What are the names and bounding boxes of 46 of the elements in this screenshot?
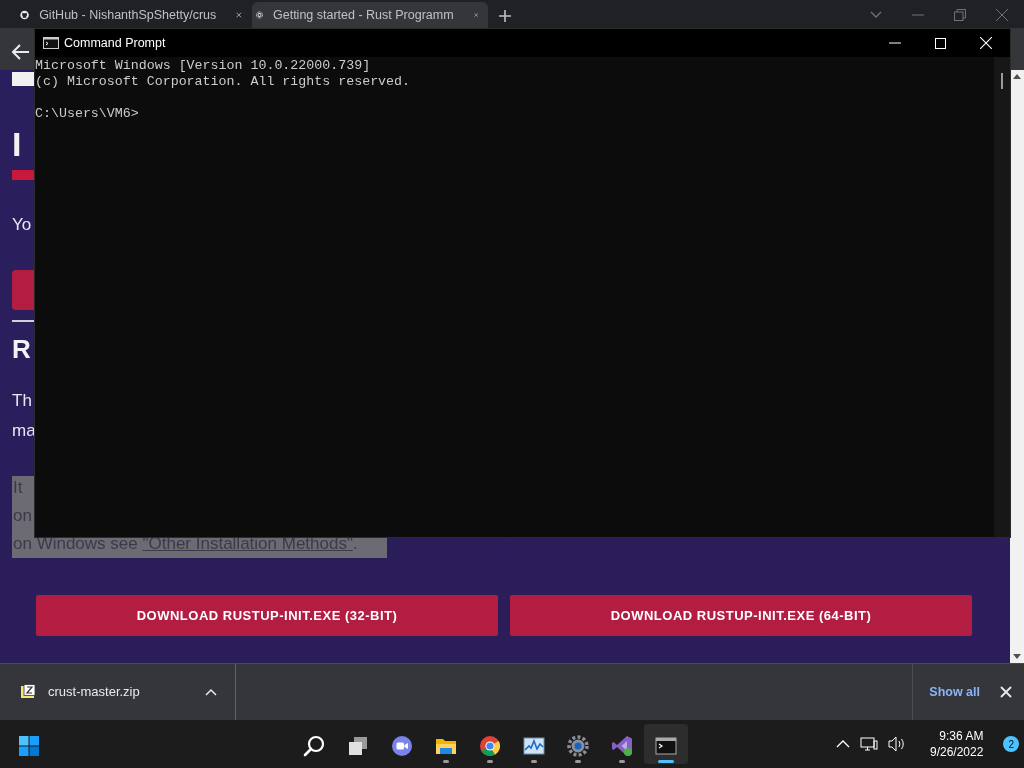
new-tab-icon[interactable] (498, 9, 512, 23)
window-title: Command Prompt (64, 34, 166, 52)
download-button[interactable]: DOWNLOAD RUSTUP-INIT.EXE (32-BIT) (36, 595, 498, 636)
tab-title: GitHub - NishanthSpShetty/crus (39, 6, 217, 24)
tab-title: Getting started - Rust Programm (273, 6, 454, 24)
infinity-logo-icon (610, 734, 634, 758)
download-filename[interactable]: crust-master.zip (48, 682, 140, 702)
speaker-icon[interactable] (888, 736, 906, 752)
console-prompt[interactable]: C:\Users\VM6> (35, 106, 994, 122)
page-heading: I (12, 124, 23, 164)
paragraph-text: Th (12, 390, 33, 412)
chevron-up-icon[interactable] (205, 688, 217, 696)
heading-underline (12, 170, 34, 180)
console-line: (c) Microsoft Corporation. All rights reserved. (35, 74, 412, 90)
scroll-down-icon[interactable] (1013, 654, 1021, 659)
console-icon (654, 734, 678, 758)
section-heading: R (12, 334, 32, 364)
taskbar-app[interactable] (644, 724, 688, 764)
intro-text: Yo (12, 214, 33, 236)
maximize-icon[interactable] (935, 37, 946, 49)
performance-chart-icon (522, 734, 546, 758)
zip-file-icon (20, 684, 36, 700)
notification-badge[interactable]: 2 (1003, 736, 1020, 752)
browser-logo-icon (478, 734, 502, 758)
network-icon[interactable] (860, 736, 878, 752)
video-chat-icon (390, 734, 414, 758)
console-icon (43, 37, 59, 49)
search-icon (302, 734, 326, 758)
paragraph-text: ma (12, 420, 37, 442)
settings-icon (566, 734, 590, 758)
back-arrow-icon[interactable] (12, 44, 30, 60)
date-text: 9/26/2022 (930, 744, 984, 760)
time-text: 9:36 AM (939, 728, 984, 744)
show-all-link[interactable]: Show all (929, 682, 980, 702)
chevron-down-icon[interactable] (870, 11, 882, 19)
stacked-windows-icon (346, 734, 370, 758)
windows-logo-icon (17, 734, 41, 758)
download-button[interactable]: DOWNLOAD RUSTUP-INIT.EXE (64-BIT) (510, 595, 972, 636)
scroll-up-icon[interactable] (1013, 74, 1021, 79)
browser-tab[interactable]: Getting started - Rust Programm (252, 2, 488, 28)
button-edge (12, 270, 34, 310)
page-banner-edge (12, 72, 34, 86)
console-line: Microsoft Windows [Version 10.0.22000.739] (35, 58, 372, 74)
clock[interactable]: 9:36 AM 9/26/2022 (926, 728, 988, 760)
restore-icon[interactable] (954, 9, 966, 21)
scrollbar[interactable] (994, 57, 1010, 537)
